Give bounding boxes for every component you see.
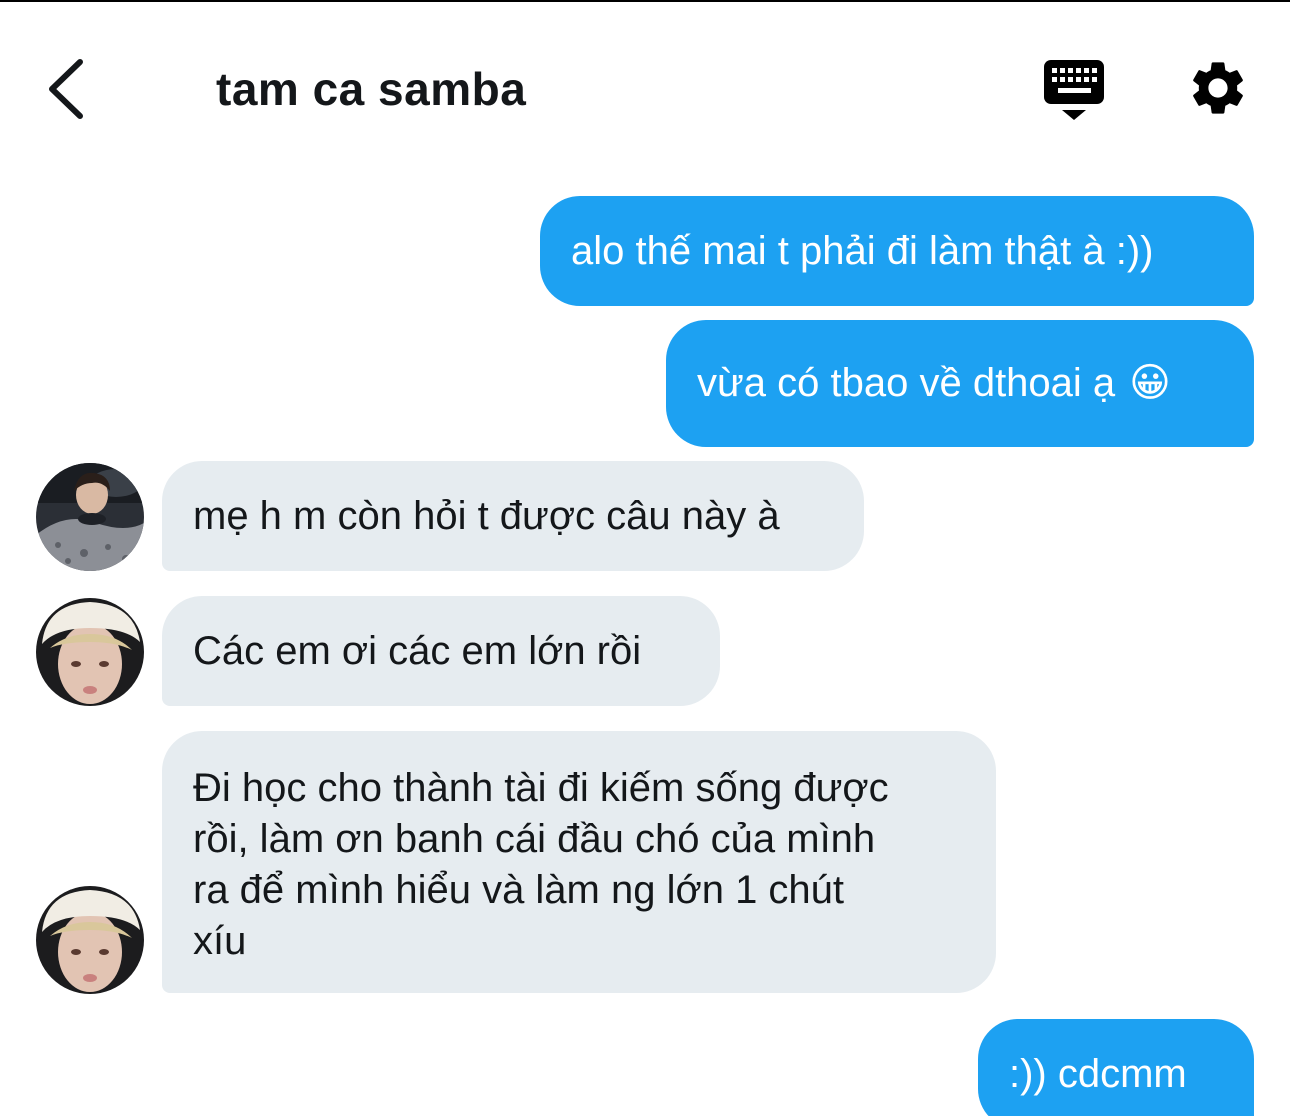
message-text: Các em ơi các em lớn rồi: [193, 628, 642, 673]
avatar[interactable]: [36, 598, 144, 706]
gear-icon: [1193, 62, 1243, 114]
message-bubble-received[interactable]: mẹ h m còn hỏi t được câu này à: [162, 461, 864, 571]
message-bubble-received[interactable]: Đi học cho thành tài đi kiếm sống được r…: [162, 731, 996, 993]
message-bubble-received[interactable]: Các em ơi các em lớn rồi: [162, 596, 720, 706]
dm-conversation-screen: tam ca samba alo thế mai t phải đi làm t…: [0, 0, 1290, 1116]
avatar[interactable]: [36, 886, 144, 994]
message-bubble-sent[interactable]: vừa có tbao về dthoai ạ 😀: [666, 320, 1254, 447]
message-text: alo thế mai t phải đi làm thật à :)): [571, 228, 1154, 273]
message-text: mẹ h m còn hỏi t được câu này à: [193, 493, 780, 538]
message-text: vừa có tbao về dthoai ạ: [697, 361, 1116, 405]
grinning-face-emoji-icon: 😀: [1129, 361, 1171, 405]
chevron-left-icon: [49, 59, 83, 119]
message-bubble-sent[interactable]: :)) cdcmm: [978, 1019, 1254, 1116]
avatar[interactable]: [36, 463, 144, 571]
message-bubble-sent[interactable]: alo thế mai t phải đi làm thật à :)): [540, 196, 1254, 306]
keyboard-button[interactable]: [1040, 58, 1110, 124]
message-text: Đi học cho thành tài đi kiếm sống được r…: [193, 766, 889, 963]
message-text: :)) cdcmm: [1009, 1051, 1187, 1096]
settings-button[interactable]: [1186, 56, 1250, 120]
conversation-title[interactable]: tam ca samba: [216, 62, 526, 116]
keyboard-icon: [1044, 60, 1104, 120]
back-button[interactable]: [40, 54, 96, 124]
